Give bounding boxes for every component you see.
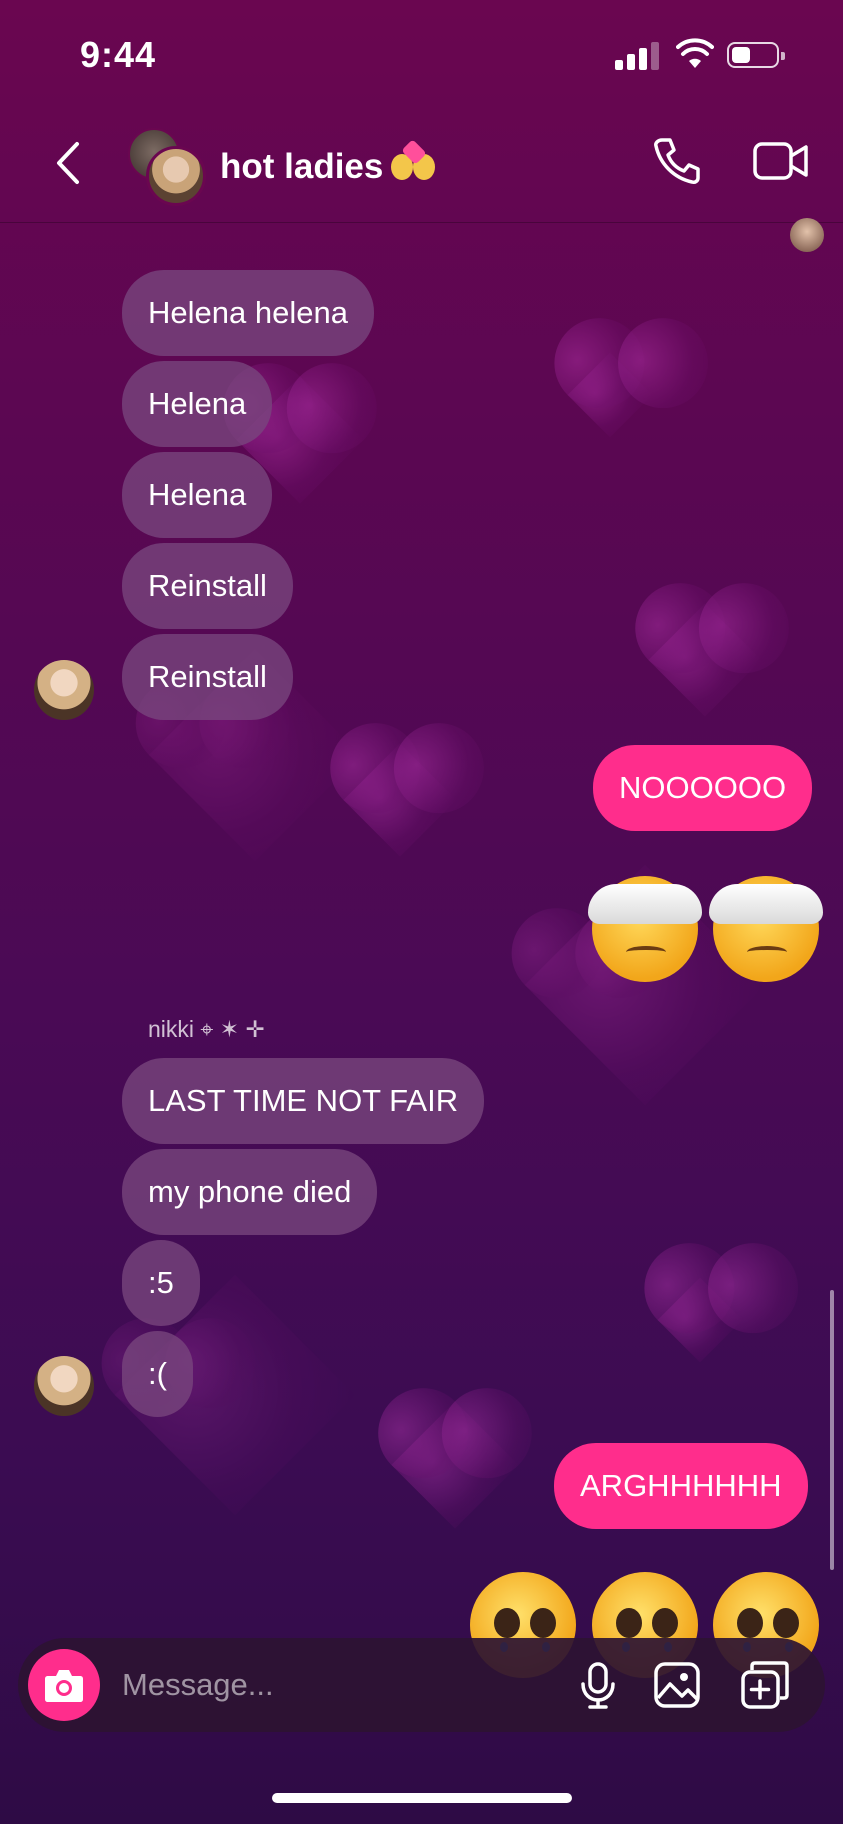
message-bubble[interactable]: Reinstall xyxy=(122,634,293,720)
message-composer xyxy=(18,1638,825,1732)
chat-title[interactable]: hot ladies xyxy=(220,139,437,187)
read-receipt-avatar xyxy=(790,218,824,252)
group-avatar[interactable] xyxy=(128,128,206,206)
battery-icon xyxy=(727,42,785,68)
my-message-bubble[interactable]: ARGHHHHHH xyxy=(554,1443,808,1529)
background-heart xyxy=(567,352,653,438)
message-bubble[interactable]: Helena xyxy=(122,452,273,538)
background-heart xyxy=(343,743,457,857)
background-heart xyxy=(648,603,762,717)
chat-header: hot ladies xyxy=(0,110,843,223)
status-time: 9:44 xyxy=(80,34,157,75)
sender-name: nikki ⌖ ✶ ✛ xyxy=(148,1016,265,1042)
sender-avatar[interactable] xyxy=(34,660,94,720)
home-indicator[interactable] xyxy=(272,1793,572,1803)
sender-avatar[interactable] xyxy=(34,1356,94,1416)
status-bar: 9:44 xyxy=(0,0,843,110)
wifi-icon xyxy=(676,38,714,68)
message-bubble[interactable]: LAST TIME NOT FAIR xyxy=(122,1058,485,1144)
my-message-bubble[interactable]: NOOOOOO xyxy=(593,745,813,831)
head-bandage-emoji[interactable] xyxy=(709,876,823,982)
message-bubble[interactable]: Reinstall xyxy=(122,543,293,629)
camera-icon xyxy=(45,1670,83,1702)
message-bubble[interactable]: :( xyxy=(122,1331,193,1417)
message-bubble[interactable]: Helena xyxy=(122,361,273,447)
sticker-icon[interactable] xyxy=(740,1660,790,1710)
chat-title-text: hot ladies xyxy=(220,147,384,186)
microphone-icon[interactable] xyxy=(573,1660,623,1710)
video-camera-icon[interactable] xyxy=(752,138,810,184)
background-heart xyxy=(657,1277,743,1363)
cellular-signal-icon xyxy=(615,42,661,70)
couple-heart-emoji-icon xyxy=(391,139,437,184)
message-bubble[interactable]: :5 xyxy=(122,1240,200,1326)
camera-button[interactable] xyxy=(28,1649,100,1721)
message-bubble[interactable]: Helena helena xyxy=(122,270,374,356)
message-bubble[interactable]: my phone died xyxy=(122,1149,378,1235)
back-chevron-icon[interactable] xyxy=(45,138,95,188)
head-bandage-emoji[interactable] xyxy=(588,876,702,982)
scrollbar[interactable] xyxy=(830,1290,834,1570)
phone-icon[interactable] xyxy=(650,134,704,188)
background-heart xyxy=(391,1401,519,1529)
gallery-icon[interactable] xyxy=(652,1660,702,1710)
message-input[interactable] xyxy=(122,1638,562,1732)
